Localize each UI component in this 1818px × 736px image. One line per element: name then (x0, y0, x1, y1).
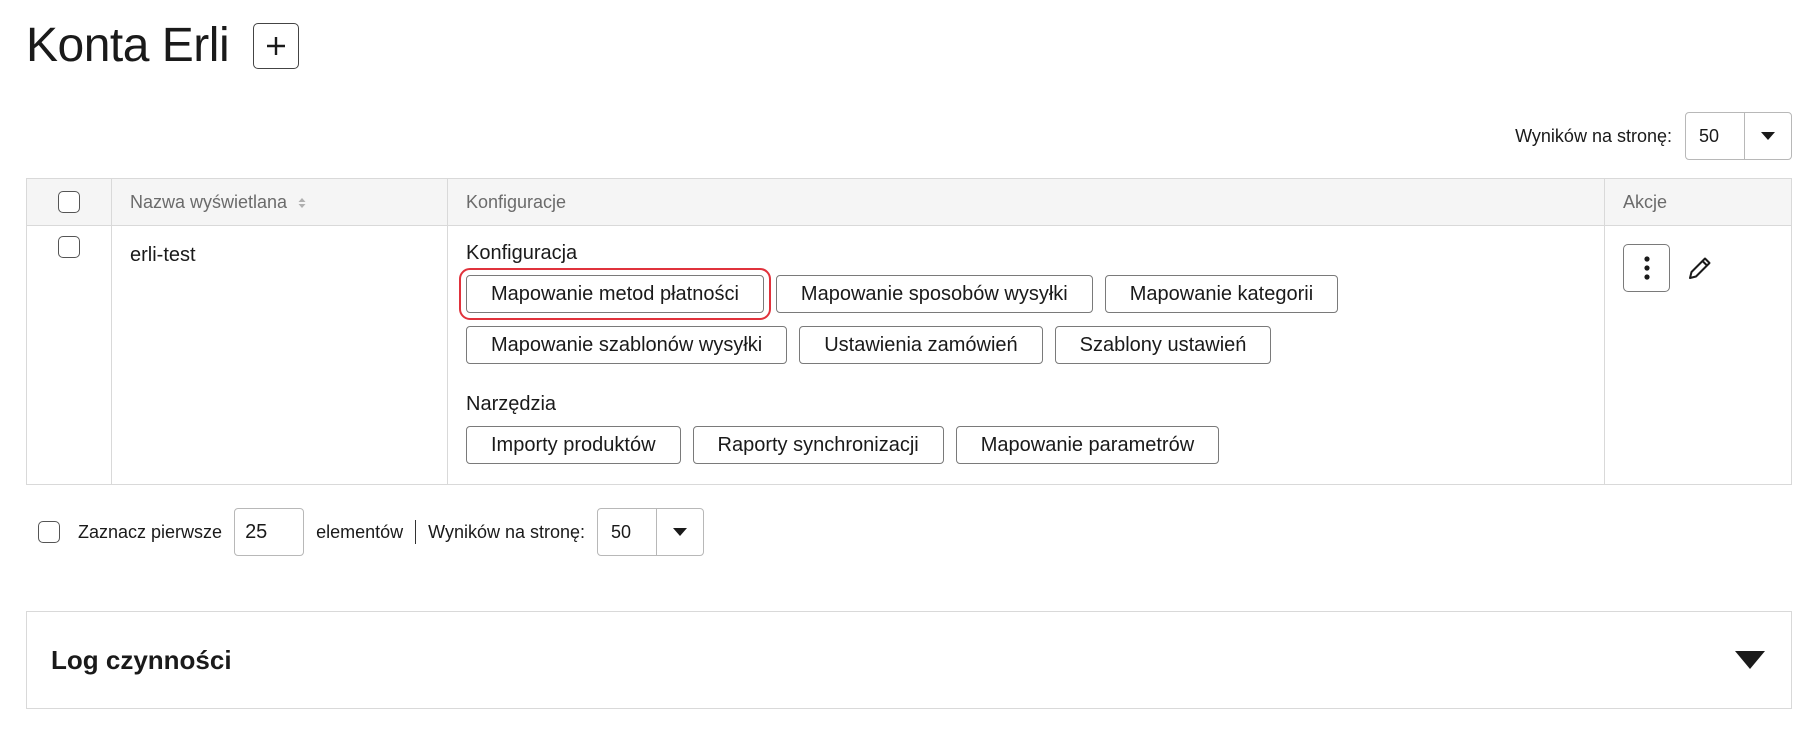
settings-templates-button[interactable]: Szablony ustawień (1054, 326, 1272, 364)
edit-pencil-icon[interactable] (1686, 254, 1714, 282)
column-header-name-label: Nazwa wyświetlana (130, 191, 288, 212)
plus-icon (267, 37, 286, 55)
order-settings-button[interactable]: Ustawienia zamówień (799, 326, 1043, 364)
activity-log-title: Log czynności (51, 644, 232, 675)
per-page-label: Wyników na stronę: (1515, 125, 1672, 146)
per-page-top: Wyników na stronę: 50 (1515, 112, 1792, 160)
row-checkbox[interactable] (58, 236, 80, 258)
tools-buttons-row: Importy produktów Raporty synchronizacji… (466, 426, 1586, 464)
categories-mapping-button[interactable]: Mapowanie kategorii (1104, 275, 1339, 313)
sort-icon[interactable] (298, 197, 306, 209)
caret-down-icon[interactable] (656, 509, 703, 555)
footer-per-page-value: 50 (611, 521, 632, 542)
kebab-menu-icon (1643, 256, 1650, 280)
activity-log-panel[interactable]: Log czynności (26, 611, 1792, 709)
config-section-label: Konfiguracja (466, 242, 578, 264)
add-account-button[interactable] (253, 23, 300, 69)
row-name-cell: erli-test (111, 225, 448, 485)
select-first-label: Zaznacz pierwsze (78, 521, 223, 542)
column-header-config-label: Konfiguracje (466, 191, 567, 212)
column-header-actions: Akcje (1604, 178, 1792, 226)
config-buttons-row-1: Mapowanie metod płatności Mapowanie spos… (459, 268, 1586, 320)
column-header-config: Konfiguracje (447, 178, 1605, 226)
header-select-cell (26, 178, 112, 226)
select-first-checkbox[interactable] (38, 521, 60, 543)
elements-label: elementów (316, 521, 404, 542)
shipping-methods-mapping-button[interactable]: Mapowanie sposobów wysyłki (775, 275, 1093, 313)
table-row: erli-test Konfiguracja Mapowanie metod p… (26, 225, 1792, 485)
per-page-value: 50 (1699, 125, 1720, 146)
table-footer: Zaznacz pierwsze elementów Wyników na st… (38, 508, 705, 556)
column-header-name[interactable]: Nazwa wyświetlana (111, 178, 448, 226)
config-buttons-row-2: Mapowanie szablonów wysyłki Ustawienia z… (466, 326, 1586, 364)
table-header-row: Nazwa wyświetlana Konfiguracje Akcje (26, 178, 1792, 226)
more-actions-button[interactable] (1623, 244, 1670, 292)
page-header: Konta Erli (26, 18, 300, 74)
footer-per-page-select[interactable]: 50 (597, 508, 705, 556)
shipping-templates-mapping-button[interactable]: Mapowanie szablonów wysyłki (466, 326, 788, 364)
parameters-mapping-button[interactable]: Mapowanie parametrów (955, 426, 1220, 464)
accounts-table: Nazwa wyświetlana Konfiguracje Akcje erl… (26, 178, 1792, 485)
select-first-input[interactable] (234, 508, 305, 556)
caret-down-icon[interactable] (1744, 113, 1791, 159)
expand-triangle-icon[interactable] (1735, 651, 1765, 669)
row-config-cell: Konfiguracja Mapowanie metod płatności M… (447, 225, 1605, 485)
tools-section-label: Narzędzia (466, 393, 557, 415)
select-all-checkbox[interactable] (58, 191, 80, 213)
footer-divider (415, 520, 417, 544)
page-title: Konta Erli (26, 19, 230, 72)
sync-reports-button[interactable]: Raporty synchronizacji (692, 426, 944, 464)
product-imports-button[interactable]: Importy produktów (466, 426, 681, 464)
row-actions-cell (1604, 225, 1792, 485)
row-select-cell (26, 225, 112, 485)
column-header-actions-label: Akcje (1623, 191, 1668, 212)
payment-methods-mapping-button[interactable]: Mapowanie metod płatności (459, 268, 771, 320)
account-name: erli-test (130, 244, 196, 266)
footer-per-page-label: Wyników na stronę: (428, 521, 586, 542)
per-page-select[interactable]: 50 (1685, 112, 1792, 160)
